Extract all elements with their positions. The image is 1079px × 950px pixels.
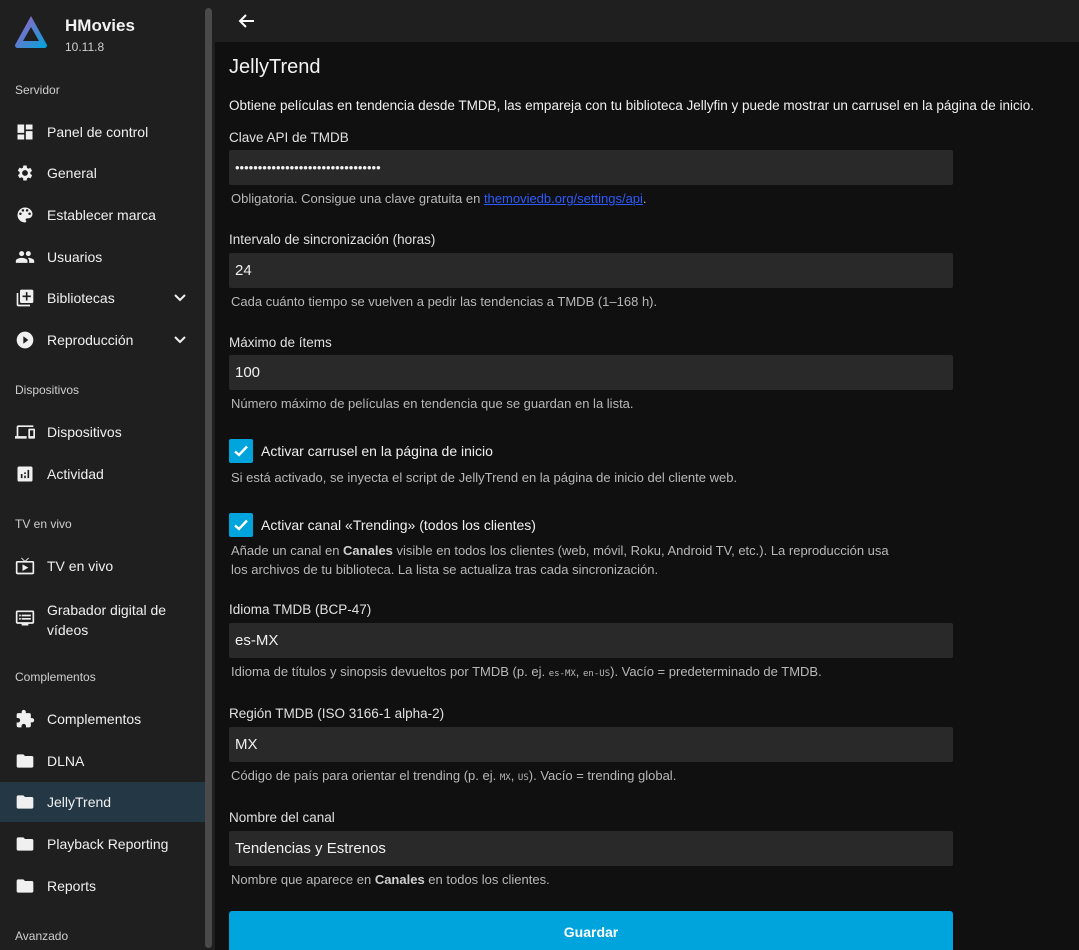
interval-label: Intervalo de sincronización (horas) [229,232,436,247]
dashboard-icon [15,122,35,142]
channel-name-label: Nombre del canal [229,810,335,825]
max-items-input[interactable] [229,355,953,390]
sidebar-item-devices[interactable]: Dispositivos [0,412,205,452]
page-title: JellyTrend [229,56,321,78]
check-icon [234,445,248,457]
language-label: Idioma TMDB (BCP-47) [229,602,372,617]
api-key-label: Clave API de TMDB [229,130,349,145]
chevron-down-icon[interactable] [173,290,187,304]
chevron-down-icon[interactable] [173,332,187,346]
sidebar-item-dvr[interactable]: Grabador digital de vídeos [0,594,205,648]
max-items-help: Número máximo de películas en tendencia … [231,396,634,411]
main-content: JellyTrend Obtiene películas en tendenci… [215,42,1079,950]
channel-name-input[interactable] [229,831,953,866]
carousel-help: Si está activado, se inyecta el script d… [231,470,738,485]
sidebar-item-label: Playback Reporting [47,836,169,852]
folder-icon [15,876,35,896]
api-key-input[interactable] [229,150,953,185]
sidebar-item-jellytrend[interactable]: JellyTrend [0,782,205,822]
app-version: 10.11.8 [65,40,105,54]
sidebar-item-label: General [47,165,97,181]
sidebar-item-users[interactable]: Usuarios [0,237,205,277]
dvr-icon [15,608,35,628]
puzzle-icon [15,709,35,729]
region-label: Región TMDB (ISO 3166-1 alpha-2) [229,706,445,721]
sidebar-item-activity[interactable]: Actividad [0,454,205,494]
folder-icon [15,751,35,771]
section-title-tv: TV en vivo [15,517,72,531]
save-button[interactable]: Guardar [229,911,953,950]
channel-help-line1: Añade un canal en Canales visible en tod… [231,543,889,558]
channel-checkbox-row[interactable]: Activar canal «Trending» (todos los clie… [229,513,536,537]
section-title-complementos: Complementos [15,670,96,684]
channel-name-help: Nombre que aparece en Canales en todos l… [231,872,550,887]
channel-checkbox[interactable] [229,513,253,537]
channel-help-line2: los archivos de tu biblioteca. La lista … [231,562,659,577]
tmdb-settings-link[interactable]: themoviedb.org/settings/api [484,191,643,206]
carousel-checkbox-row[interactable]: Activar carrusel en la página de inicio [229,439,493,463]
sidebar-item-label: Actividad [47,466,104,482]
header-bar [215,0,1079,42]
devices-icon [15,422,35,442]
sidebar-item-label: Reports [47,878,97,894]
interval-input[interactable] [229,253,953,288]
folder-icon [15,834,35,854]
sidebar-item-branding[interactable]: Establecer marca [0,195,205,235]
region-help: Código de país para orientar el trending… [231,768,677,783]
sidebar-item-label: DLNA [47,753,85,769]
analytics-icon [15,464,35,484]
sidebar-scrollbar[interactable] [205,8,212,948]
language-help: Idioma de títulos y sinopsis devueltos p… [231,664,822,679]
folder-icon [15,792,35,812]
sidebar-item-live-tv[interactable]: TV en vivo [0,546,205,586]
section-title-avanzado: Avanzado [15,929,69,943]
sidebar-item-dashboard[interactable]: Panel de control [0,112,205,152]
carousel-checkbox[interactable] [229,439,253,463]
carousel-checkbox-label: Activar carrusel en la página de inicio [261,443,493,459]
max-items-label: Máximo de ítems [229,335,332,350]
interval-help: Cada cuánto tiempo se vuelven a pedir la… [231,294,658,309]
play-circle-icon [15,330,35,350]
sidebar-item-label: Usuarios [47,249,103,265]
sidebar: HMovies 10.11.8 Servidor Panel de contro… [0,0,215,950]
sidebar-item-label: TV en vivo [47,558,114,574]
library-add-icon [15,288,35,308]
sidebar-item-label: Complementos [47,711,142,727]
sidebar-item-label: Grabador digital de vídeos [47,602,167,638]
check-icon [234,519,248,531]
sidebar-item-label: JellyTrend [47,794,112,810]
sidebar-item-label: Dispositivos [47,424,122,440]
section-title-dispositivos: Dispositivos [15,383,80,397]
section-title-servidor: Servidor [15,83,60,97]
sidebar-item-label: Reproducción [47,332,134,348]
sidebar-item-general[interactable]: General [0,153,205,193]
sidebar-item-label: Bibliotecas [47,290,115,306]
sidebar-item-label: Panel de control [47,124,149,140]
brand[interactable]: HMovies 10.11.8 [13,14,135,55]
channel-checkbox-label: Activar canal «Trending» (todos los clie… [261,517,536,533]
sidebar-item-reports[interactable]: Reports [0,866,205,906]
sidebar-item-label: Establecer marca [47,207,156,223]
app-name: HMovies [65,16,135,35]
live-tv-icon [15,556,35,576]
sidebar-item-playback-reporting[interactable]: Playback Reporting [0,824,205,864]
sidebar-item-dlna[interactable]: DLNA [0,741,205,781]
gear-icon [15,163,35,183]
sidebar-item-playback[interactable]: Reproducción [0,320,205,360]
page-description: Obtiene películas en tendencia desde TMD… [229,98,1034,113]
sidebar-item-libraries[interactable]: Bibliotecas [0,278,205,318]
users-icon [15,247,35,267]
sidebar-item-plugins[interactable]: Complementos [0,699,205,739]
jellyfin-logo-icon [15,16,47,48]
api-key-help: Obligatoria. Consigue una clave gratuita… [231,191,647,206]
back-arrow-icon[interactable] [237,11,257,31]
palette-icon [15,205,35,225]
language-input[interactable] [229,623,953,658]
region-input[interactable] [229,727,953,762]
